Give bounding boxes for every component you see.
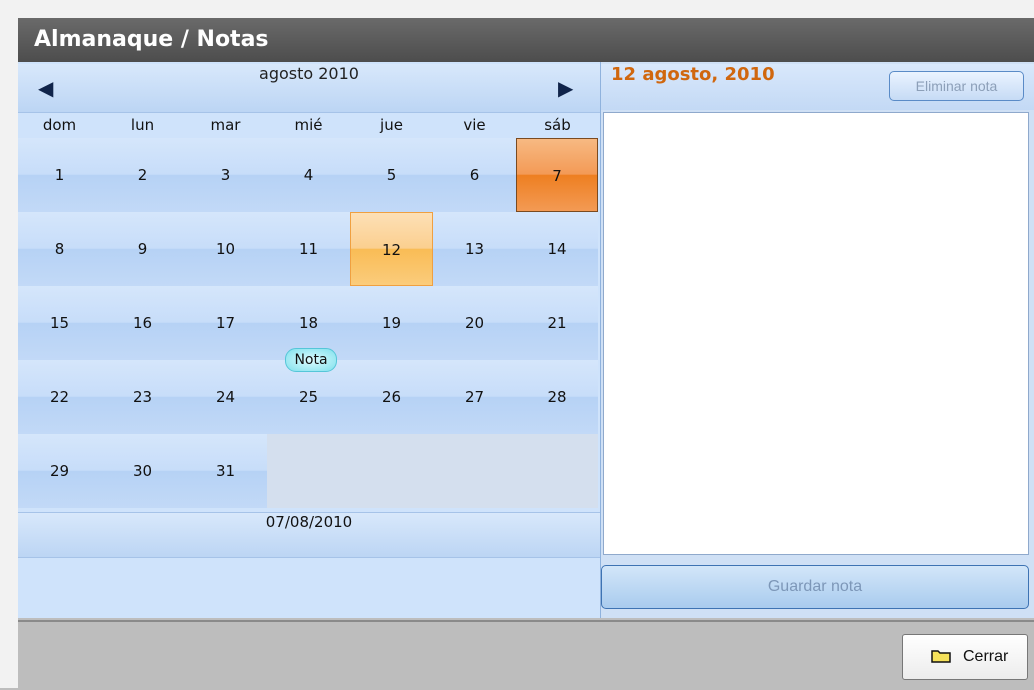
calendar-header: agosto 2010 ◀ ▶ [18,64,600,113]
note-textarea[interactable] [603,112,1029,555]
day-cell[interactable]: 5 [350,138,433,212]
weekday-label: sáb [544,116,571,134]
weekday-label: mié [294,116,323,134]
day-cell[interactable]: 27 [433,360,516,434]
day-cell[interactable]: 16 [101,286,184,360]
week-row: 8 9 10 11 12 13 14 [18,212,600,286]
day-cell[interactable]: 14 [516,212,598,286]
empty-day-cell [350,434,433,508]
calendar-panel: agosto 2010 ◀ ▶ dom lun mar mié jue vie sáb 12… [18,62,601,618]
day-cell[interactable]: 17 [184,286,267,360]
save-note-button[interactable]: Guardar nota [601,565,1029,609]
weekday-label: dom [42,116,77,134]
day-cell[interactable]: 6 [433,138,516,212]
weekday-label: jue [380,116,403,134]
empty-day-cell [516,434,598,508]
close-button[interactable]: Cerrar [902,634,1028,680]
day-cell[interactable]: 30 [101,434,184,508]
empty-day-cell [267,434,350,508]
day-cell[interactable]: 29 [18,434,101,508]
week-row: 1234567 [18,138,600,212]
next-month-icon[interactable]: ▶ [558,64,573,112]
main-content: agosto 2010 ◀ ▶ dom lun mar mié jue vie sáb 12… [18,62,1034,618]
day-cell[interactable]: 9 [101,212,184,286]
today-date-button[interactable]: 07/08/2010 [18,512,600,558]
day-cell[interactable]: 20 [433,286,516,360]
day-cell[interactable]: 19 [350,286,433,360]
day-cell[interactable]: 8 [18,212,101,286]
day-cell[interactable]: 13 [433,212,516,286]
weekday-label: lun [130,116,155,134]
close-button-label: Cerrar [963,648,1009,665]
day-cell[interactable]: 7 [516,138,598,212]
almanaque-window: Almanaque / Notas agosto 2010 ◀ ▶ dom lun… [0,0,1034,690]
window-left-edge [0,0,18,688]
day-cell[interactable]: 31 [184,434,267,508]
folder-icon [931,650,951,663]
week-row: 29 30 31 [18,434,600,508]
delete-note-button[interactable]: Eliminar nota [889,71,1024,101]
day-cell[interactable]: 23 [101,360,184,434]
window-top-edge [0,0,1034,18]
window-title: Almanaque / Notas [18,18,1034,62]
day-cell[interactable]: 24 [184,360,267,434]
weekday-label: mar [210,116,241,134]
note-panel: 12 agosto, 2010 Eliminar nota Guardar no… [601,62,1034,618]
day-cell[interactable]: 15 [18,286,101,360]
bottom-bar: Cerrar [18,620,1034,690]
prev-month-icon[interactable]: ◀ [38,64,53,112]
note-header: 12 agosto, 2010 Eliminar nota [601,64,1034,110]
day-cell[interactable]: 28 [516,360,598,434]
month-label: agosto 2010 [259,64,359,83]
day-cell[interactable]: 10 [184,212,267,286]
day-cell[interactable]: 21 [516,286,598,360]
day-cell[interactable]: 26 [350,360,433,434]
day-cell[interactable]: 12 [350,212,433,286]
day-cell[interactable]: 1 [18,138,101,212]
day-cell[interactable]: 4 [267,138,350,212]
note-date-heading: 12 agosto, 2010 [611,64,775,85]
day-cell[interactable]: 2 [101,138,184,212]
day-cell[interactable]: 3 [184,138,267,212]
day-cell[interactable]: 11 [267,212,350,286]
weekday-header-row: dom lun mar mié jue vie sáb [18,113,600,137]
empty-day-cell [433,434,516,508]
note-badge[interactable]: Nota [285,348,337,372]
day-cell[interactable]: 22 [18,360,101,434]
weekday-label: vie [463,116,486,134]
